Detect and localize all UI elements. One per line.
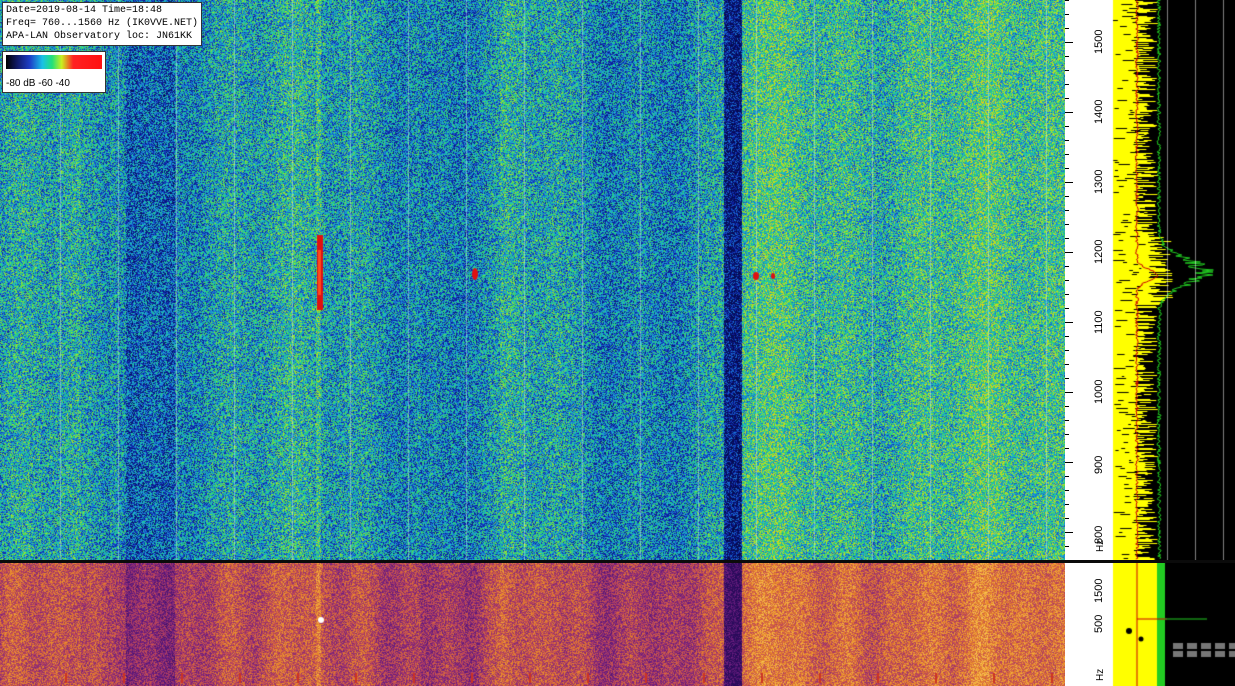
spectrum-panel-bottom: -50.0 dB-40.0 dB <box>1107 563 1235 686</box>
axis-tick-label: 1000 <box>1093 379 1105 404</box>
axis-tick-label: 1500 <box>1093 29 1105 54</box>
color-scale-legend: -80 dB -60 -40 <box>2 51 106 93</box>
axis-minor-tick <box>1065 14 1069 15</box>
axis-minor-tick <box>1065 0 1069 1</box>
axis-minor-tick <box>1065 196 1069 197</box>
axis-minor-tick <box>1065 238 1069 239</box>
axis-minor-tick <box>1065 154 1069 155</box>
frequency-axis-bottom: 500 1500 Hz <box>1065 563 1107 686</box>
axis-minor-tick <box>1065 70 1069 71</box>
waterfall-main[interactable] <box>0 0 1065 560</box>
axis-minor-tick <box>1065 490 1069 491</box>
axis-minor-tick <box>1065 434 1069 435</box>
color-scale-labels: -80 dB -60 -40 <box>6 78 70 89</box>
axis-minor-tick <box>1065 56 1069 57</box>
axis-minor-tick <box>1065 308 1069 309</box>
spectrum-panel-top: -50.0 dB-40.0 dB <box>1107 0 1235 560</box>
axis-minor-tick <box>1065 182 1069 183</box>
axis-tick-label: 1500 <box>1093 578 1105 603</box>
axis-minor-tick <box>1065 294 1069 295</box>
axis-minor-tick <box>1065 532 1069 533</box>
color-scale-bar <box>6 55 102 69</box>
axis-minor-tick <box>1065 168 1069 169</box>
axis-tick-label: 900 <box>1093 455 1105 474</box>
axis-minor-tick <box>1065 518 1069 519</box>
axis-minor-tick <box>1065 420 1069 421</box>
axis-minor-tick <box>1065 252 1069 253</box>
info-box: Date=2019-08-14 Time=18:48 Freq= 760...1… <box>2 2 203 46</box>
axis-minor-tick <box>1065 322 1069 323</box>
axis-minor-tick <box>1065 392 1069 393</box>
axis-unit-label: Hz <box>1095 539 1106 552</box>
axis-minor-tick <box>1065 266 1069 267</box>
axis-minor-tick <box>1065 98 1069 99</box>
axis-minor-tick <box>1065 336 1069 337</box>
axis-minor-tick <box>1065 364 1069 365</box>
axis-minor-tick <box>1065 224 1069 225</box>
axis-tick-label: 500 <box>1093 614 1105 633</box>
axis-minor-tick <box>1065 112 1069 113</box>
info-date-line: Date=2019-08-14 Time=18:48 <box>6 5 163 16</box>
axis-minor-tick <box>1065 462 1069 463</box>
axis-minor-tick <box>1065 280 1069 281</box>
axis-minor-tick <box>1065 126 1069 127</box>
axis-minor-tick <box>1065 476 1069 477</box>
info-location-line: APA-LAN Observatory loc: JN61KK <box>6 31 193 42</box>
axis-minor-tick <box>1065 350 1069 351</box>
axis-minor-tick <box>1065 378 1069 379</box>
info-freq-line: Freq= 760...1560 Hz (IK0VVE.NET) <box>6 18 199 29</box>
axis-minor-tick <box>1065 84 1069 85</box>
axis-minor-tick <box>1065 546 1069 547</box>
axis-minor-tick <box>1065 504 1069 505</box>
axis-minor-tick <box>1065 210 1069 211</box>
axis-minor-tick <box>1065 406 1069 407</box>
axis-minor-tick <box>1065 140 1069 141</box>
frequency-axis-top: 800 900 1000 1100 1200 1300 1400 1500 Hz <box>1065 0 1107 560</box>
axis-minor-tick <box>1065 28 1069 29</box>
axis-tick-label: 1300 <box>1093 169 1105 194</box>
axis-minor-tick <box>1065 42 1069 43</box>
axis-tick-label: 1100 <box>1093 310 1105 334</box>
axis-tick-label: 1400 <box>1093 99 1105 124</box>
axis-unit-label-bottom: Hz <box>1095 668 1106 681</box>
waterfall-overview[interactable] <box>0 563 1065 686</box>
axis-minor-tick <box>1065 448 1069 449</box>
axis-tick-label: 1200 <box>1093 239 1105 264</box>
